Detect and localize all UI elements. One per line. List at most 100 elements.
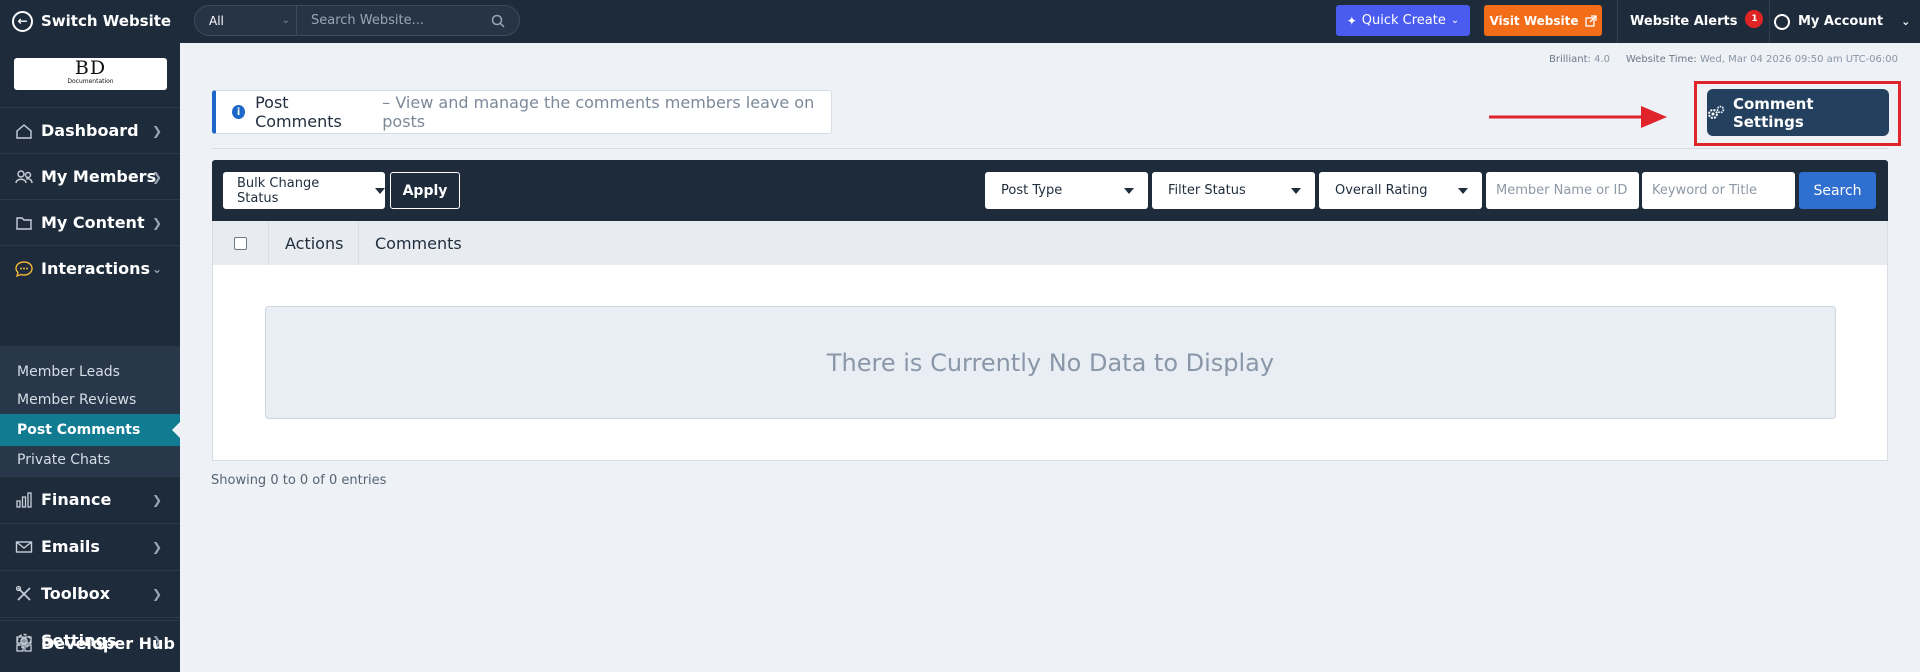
sidebar-item-label: Emails: [41, 537, 100, 556]
sidebar-item-label: Developer Hub: [41, 634, 175, 653]
tools-icon: [14, 584, 34, 604]
column-header-actions[interactable]: Actions: [269, 221, 359, 265]
site-logo[interactable]: BD Documentation: [14, 58, 167, 90]
website-alerts-label: Website Alerts: [1630, 14, 1738, 29]
folder-icon: [14, 213, 34, 233]
website-time-label: Website Time:: [1625, 54, 1697, 65]
logo-main-text: BD: [74, 57, 107, 79]
chevron-down-icon: ⌄: [151, 261, 162, 276]
search-placeholder: Search Website...: [311, 13, 425, 28]
submenu-item-label: Private Chats: [17, 452, 111, 468]
my-account-label: My Account: [1798, 14, 1884, 29]
site-search: All ⌄ Search Website...: [194, 5, 520, 36]
chevron-down-icon: ⌄: [1450, 15, 1460, 26]
alerts-count-badge: 1: [1745, 9, 1764, 28]
search-input[interactable]: Search Website...: [297, 6, 519, 35]
search-scope-value: All: [209, 13, 224, 28]
comments-table: Actions Comments There is Currently No D…: [212, 221, 1888, 461]
bulk-change-status-label: Bulk Change Status: [237, 175, 320, 206]
sidebar-item-my-members[interactable]: My Members ❯: [0, 153, 180, 199]
search-icon[interactable]: [491, 14, 505, 28]
bulk-change-status-select[interactable]: Bulk Change Status: [223, 172, 385, 209]
sidebar-item-label: Finance: [41, 490, 112, 509]
page-title: Post Comments: [255, 93, 342, 131]
header-divider: [212, 148, 1888, 149]
sidebar-item-interactions[interactable]: Interactions ⌄: [0, 245, 180, 291]
apply-label: Apply: [402, 182, 448, 199]
version-label: Brilliant:: [1549, 54, 1591, 65]
submenu-item-label: Member Leads: [17, 364, 120, 380]
apply-button[interactable]: Apply: [390, 172, 460, 209]
search-button-label: Search: [1813, 182, 1862, 199]
users-icon: [14, 167, 34, 187]
logo-sub-text: Documentation: [67, 78, 114, 85]
submenu-item-label: Post Comments: [17, 422, 141, 438]
sidebar-item-my-content[interactable]: My Content ❯: [0, 199, 180, 245]
email-icon: [14, 537, 34, 557]
sidebar-item-label: My Content: [41, 213, 145, 232]
home-icon: [14, 121, 34, 141]
caret-down-icon: [1458, 187, 1468, 194]
select-all-checkbox[interactable]: [234, 236, 247, 250]
chevron-down-icon: ⌄: [1901, 15, 1911, 28]
filter-bar: Bulk Change Status Apply Post Type Filte…: [212, 160, 1888, 221]
chevron-right-icon: ❯: [151, 123, 162, 138]
submenu-item-label: Member Reviews: [17, 392, 137, 408]
caret-down-icon: [375, 187, 385, 194]
sidebar: BD Documentation Dashboard ❯ My Members …: [0, 43, 180, 672]
sidebar-item-label: Interactions: [41, 259, 151, 278]
visit-website-label: Visit Website: [1489, 13, 1579, 28]
search-scope-select[interactable]: All ⌄: [195, 6, 297, 35]
website-alerts-button[interactable]: Website Alerts 1: [1617, 0, 1769, 43]
chevron-right-icon: ❯: [151, 492, 162, 507]
website-time-value: Wed, Mar 04 2026 09:50 am UTC-06:00: [1699, 54, 1898, 65]
switch-website-button[interactable]: ← Switch Website: [12, 9, 171, 33]
sidebar-item-toolbox[interactable]: Toolbox ❯: [0, 570, 180, 616]
table-header: Actions Comments: [213, 221, 1887, 265]
chevron-down-icon: ⌄: [281, 15, 290, 26]
member-name-placeholder: Member Name or ID: [1496, 183, 1628, 198]
info-icon: i: [232, 105, 246, 119]
post-type-select[interactable]: Post Type: [985, 172, 1148, 209]
sidebar-item-developer-hub[interactable]: Developer Hub: [0, 620, 180, 666]
user-circle-icon: [1774, 13, 1790, 30]
quick-create-label: Quick Create: [1361, 13, 1446, 28]
member-name-input[interactable]: Member Name or ID: [1486, 172, 1639, 209]
post-type-label: Post Type: [1001, 183, 1063, 198]
chevron-right-icon: ❯: [151, 539, 162, 554]
my-account-menu[interactable]: My Account ⌄: [1769, 0, 1920, 43]
submenu-item-private-chats[interactable]: Private Chats: [0, 446, 180, 474]
back-arrow-icon: ←: [12, 10, 33, 32]
sidebar-item-label: Toolbox: [41, 584, 111, 603]
column-header-comments[interactable]: Comments: [359, 221, 478, 265]
top-bar: ← Switch Website All ⌄ Search Website...…: [0, 0, 1920, 43]
chevron-right-icon: ❯: [151, 215, 162, 230]
filter-status-select[interactable]: Filter Status: [1152, 172, 1315, 209]
overall-rating-label: Overall Rating: [1335, 183, 1428, 198]
entries-summary: Showing 0 to 0 of 0 entries: [211, 473, 387, 488]
comment-settings-label: Comment Settings: [1732, 94, 1814, 131]
site-meta: Brilliant: 4.0 Website Time: Wed, Mar 04…: [1549, 54, 1898, 65]
keyword-placeholder: Keyword or Title: [1652, 183, 1757, 198]
page-description: – View and manage the comments members l…: [382, 93, 815, 131]
submenu-item-member-leads[interactable]: Member Leads: [0, 358, 180, 386]
caret-down-icon: [1124, 187, 1134, 194]
overall-rating-select[interactable]: Overall Rating: [1319, 172, 1482, 209]
sidebar-item-label: My Members: [41, 167, 157, 186]
grid-icon: [14, 634, 34, 654]
submenu-item-member-reviews[interactable]: Member Reviews: [0, 386, 180, 414]
search-button[interactable]: Search: [1799, 172, 1876, 209]
sidebar-item-finance[interactable]: Finance ❯: [0, 476, 180, 522]
comment-settings-button[interactable]: Comment Settings: [1707, 89, 1889, 136]
visit-website-button[interactable]: Visit Website: [1484, 5, 1602, 36]
filter-status-label: Filter Status: [1168, 183, 1246, 198]
quick-create-button[interactable]: ✦ Quick Create ⌄: [1336, 5, 1470, 36]
keyword-input[interactable]: Keyword or Title: [1642, 172, 1795, 209]
chevron-right-icon: ❯: [151, 586, 162, 601]
select-all-checkbox-cell: [213, 221, 269, 265]
switch-website-label: Switch Website: [41, 12, 172, 30]
sidebar-item-dashboard[interactable]: Dashboard ❯: [0, 107, 180, 153]
gears-icon: [1707, 105, 1725, 119]
sidebar-item-emails[interactable]: Emails ❯: [0, 523, 180, 569]
submenu-item-post-comments[interactable]: Post Comments: [0, 414, 180, 446]
